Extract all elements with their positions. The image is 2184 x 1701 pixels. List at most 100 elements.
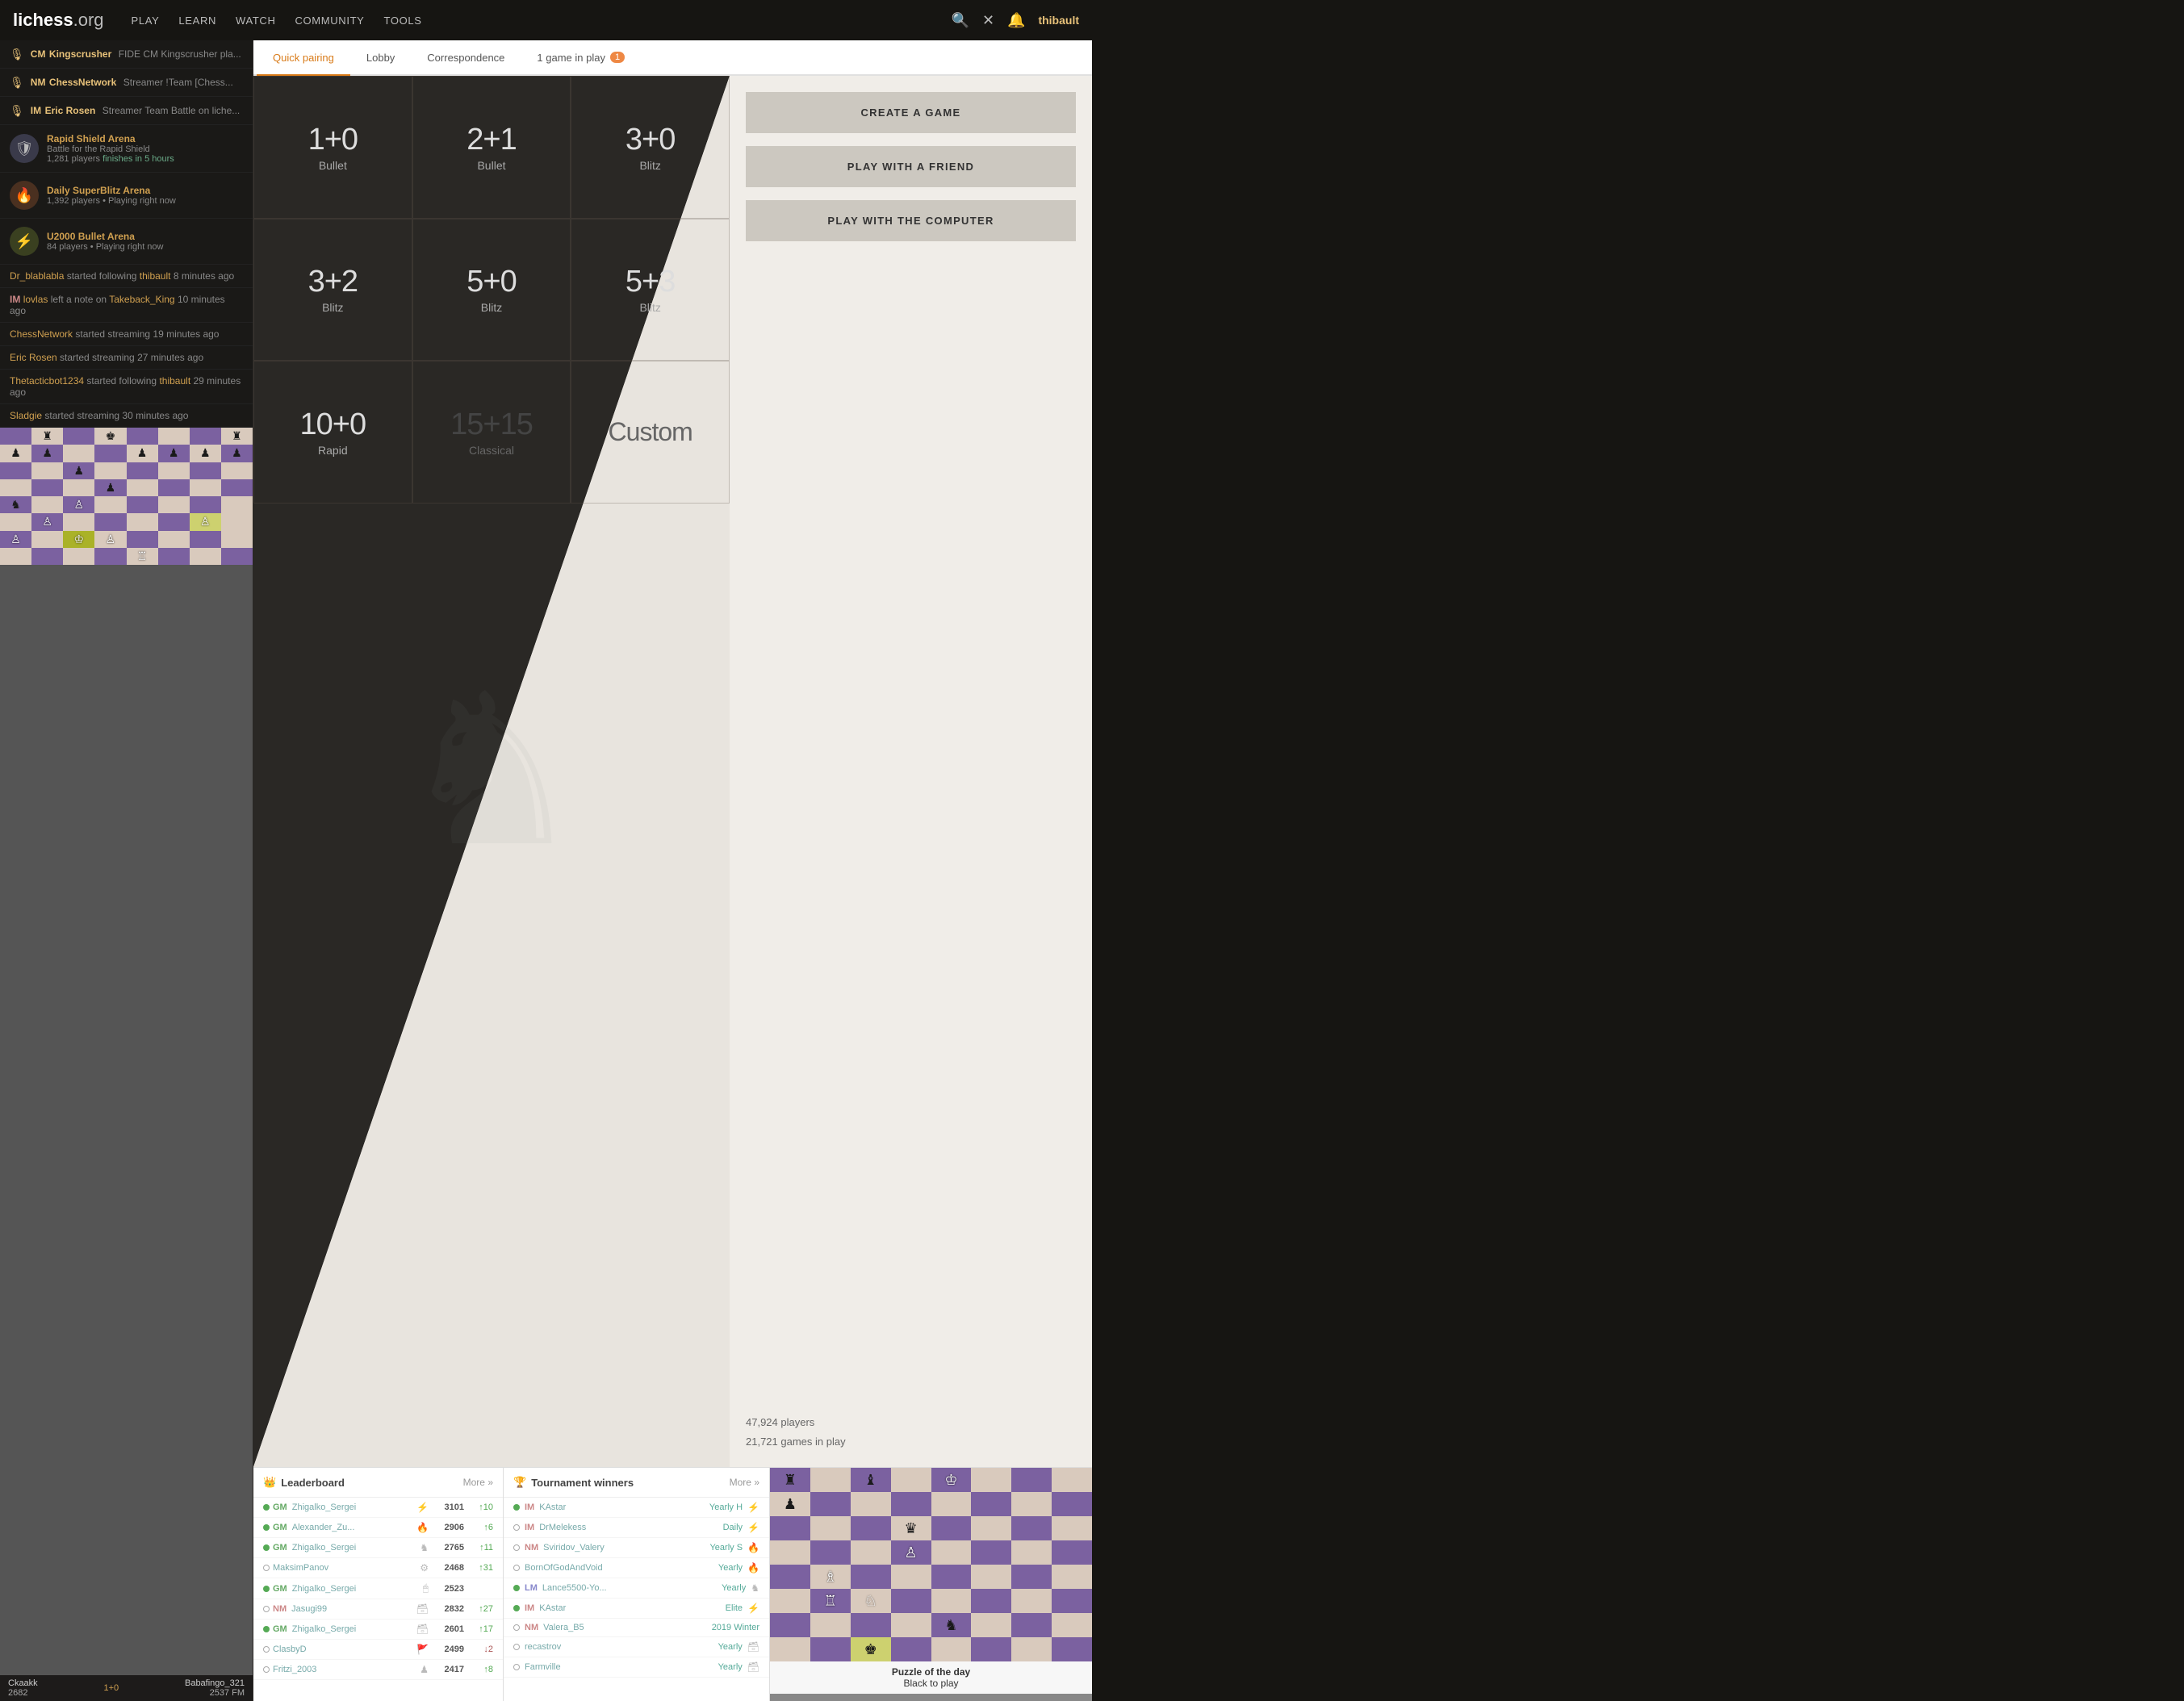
pairing-type-8: Classical xyxy=(469,444,514,457)
leaderboard-header: 👑 Leaderboard More » xyxy=(253,1468,503,1498)
nav-community[interactable]: COMMUNITY xyxy=(287,10,373,31)
lb-row-5[interactable]: GM Zhigalko_Sergei 🖱 2523 xyxy=(253,1578,503,1599)
tournament-time: finishes in 5 hours xyxy=(103,154,174,164)
pairing-grid: 1+0 Bullet 2+1 Bullet 3+0 Blitz 3+2 Blit… xyxy=(253,76,730,504)
pairing-time-6: 5+3 xyxy=(625,265,675,299)
pairing-cell-1-2[interactable]: 3+0 Blitz xyxy=(571,76,730,219)
lb-row-7[interactable]: GM Zhigalko_Sergei 🗃 2601 ↑17 xyxy=(253,1620,503,1640)
bottom-section: 👑 Leaderboard More » GM Zhigalko_Sergei … xyxy=(253,1467,1092,1701)
tw-more[interactable]: More » xyxy=(730,1477,759,1488)
pairing-time: 1+0 xyxy=(308,123,358,157)
white-player-rating: 2682 xyxy=(8,1688,27,1698)
tournament-bullet[interactable]: ⚡ U2000 Bullet Arena 84 players • Playin… xyxy=(0,219,253,265)
leaderboard-more[interactable]: More » xyxy=(463,1477,493,1488)
search-icon[interactable]: 🔍 xyxy=(952,12,969,29)
pairing-type-2: Bullet xyxy=(477,159,505,172)
nav-right: 🔍 ✕ 🔔 thibault xyxy=(952,12,1079,29)
lb-row-3[interactable]: GM Zhigalko_Sergei ♞ 2765 ↑11 xyxy=(253,1538,503,1558)
mini-game-board[interactable]: ♜ ♚ ♜ ♟ ♟ ♟ ♟ ♟ ♟ ♟ xyxy=(0,428,253,1701)
close-icon[interactable]: ✕ xyxy=(982,12,994,29)
pairing-cell-custom[interactable]: Custom xyxy=(571,361,730,504)
puzzle-of-the-day[interactable]: ♜ ♝ ♔ ♟ xyxy=(770,1468,1092,1701)
streamer-desc: FIDE CM Kingscrusher pla... xyxy=(119,48,241,60)
pairing-cell-2-2[interactable]: 5+3 Blitz xyxy=(571,219,730,362)
tournament-rapid-shield[interactable]: 🛡 Rapid Shield Arena Battle for the Rapi… xyxy=(0,125,253,173)
pairing-time-7: 10+0 xyxy=(300,407,366,442)
pairing-cell-1-1[interactable]: 2+1 Bullet xyxy=(412,76,571,219)
pairing-cell-2-1[interactable]: 5+0 Blitz xyxy=(412,219,571,362)
pairing-cell-3-0[interactable]: 10+0 Rapid xyxy=(253,361,412,504)
pairing-time-5: 5+0 xyxy=(467,265,516,299)
streamer-im-ericrosen[interactable]: 🎙 IM Eric Rosen Streamer Team Battle on … xyxy=(0,97,253,125)
pairing-cell-1-0[interactable]: 1+0 Bullet xyxy=(253,76,412,219)
user-name[interactable]: thibault xyxy=(1038,14,1079,27)
nav-watch[interactable]: WATCH xyxy=(228,10,283,31)
tab-lobby[interactable]: Lobby xyxy=(350,40,411,76)
nav-tools[interactable]: TOOLS xyxy=(376,10,430,31)
lb-row-1[interactable]: GM Zhigalko_Sergei ⚡ 3101 ↑10 xyxy=(253,1498,503,1518)
white-player-name: Ckaakk xyxy=(8,1678,38,1688)
puzzle-title: Puzzle of the day xyxy=(775,1666,1087,1678)
streamer-title-2: NM xyxy=(31,77,46,88)
tw-row-8[interactable]: recastrov Yearly 🗃 xyxy=(504,1637,769,1657)
pairing-cell-2-0[interactable]: 3+2 Blitz xyxy=(253,219,412,362)
trophy-icon-2: 🏆 xyxy=(513,1476,526,1489)
tournament-sub: Battle for the Rapid Shield xyxy=(47,144,174,154)
tw-row-1[interactable]: IM KAstar Yearly H ⚡ xyxy=(504,1498,769,1518)
tournament-name-2: Daily SuperBlitz Arena xyxy=(47,185,176,196)
activity-item-5: Thetacticbot1234 started following thiba… xyxy=(0,370,253,404)
tw-row-9[interactable]: Farmville Yearly 🗃 xyxy=(504,1657,769,1678)
activity-item-1: Dr_blablabla started following thibault … xyxy=(0,265,253,288)
tw-row-6[interactable]: IM KAstar Elite ⚡ xyxy=(504,1599,769,1619)
sidebar: 🎙 CM Kingscrusher FIDE CM Kingscrusher p… xyxy=(0,40,253,1701)
play-with-friend-button[interactable]: PLAY WITH A FRIEND xyxy=(746,146,1076,187)
pairing-time-2: 2+1 xyxy=(467,123,516,157)
tab-correspondence[interactable]: Correspondence xyxy=(411,40,521,76)
pairing-custom-label: Custom xyxy=(609,417,692,447)
tournament-players: 1,281 players finishes in 5 hours xyxy=(47,154,174,164)
shield-icon: 🛡 xyxy=(10,134,39,163)
lb-row-2[interactable]: GM Alexander_Zu... 🔥 2906 ↑6 xyxy=(253,1518,503,1538)
create-game-button[interactable]: CREATE A GAME xyxy=(746,92,1076,133)
lb-row-8[interactable]: ClasbyD 🚩 2499 ↓2 xyxy=(253,1640,503,1660)
tournament-name-3: U2000 Bullet Arena xyxy=(47,231,163,242)
tw-row-5[interactable]: LM Lance5500-Yo... Yearly ♞ xyxy=(504,1578,769,1599)
lb-row-6[interactable]: NM Jasugi99 🗃 2832 ↑27 xyxy=(253,1599,503,1620)
games-in-play: 21,721 games in play xyxy=(746,1432,1076,1451)
activity-item-6: Sladgie started streaming 30 minutes ago xyxy=(0,404,253,428)
nav-learn[interactable]: LEARN xyxy=(170,10,224,31)
streamer-nm-chessnetwork[interactable]: 🎙 NM ChessNetwork Streamer !Team [Chess.… xyxy=(0,69,253,97)
tab-quick-pairing[interactable]: Quick pairing xyxy=(257,40,350,76)
tw-row-4[interactable]: BornOfGodAndVoid Yearly 🔥 xyxy=(504,1558,769,1578)
lb-row-9[interactable]: Fritzi_2003 ♟ 2417 ↑8 xyxy=(253,1660,503,1680)
streamer-cm-kingscrusher[interactable]: 🎙 CM Kingscrusher FIDE CM Kingscrusher p… xyxy=(0,40,253,69)
tab-game-in-play[interactable]: 1 game in play 1 xyxy=(521,40,641,76)
right-actions: CREATE A GAME PLAY WITH A FRIEND PLAY WI… xyxy=(730,76,1092,1467)
mute-icon[interactable]: 🔔 xyxy=(1007,12,1025,29)
tw-title: 🏆 Tournament winners xyxy=(513,1476,634,1489)
pairing-grid-container: ♞ 1+0 Bullet 2+1 Bullet 3+0 Blitz xyxy=(253,76,730,1467)
activity-item-2: IM lovlas left a note on Takeback_King 1… xyxy=(0,288,253,323)
game-time-control: 1+0 xyxy=(104,1683,119,1693)
bolt-icon: ⚡ xyxy=(10,227,39,256)
tw-row-3[interactable]: NM Sviridov_Valery Yearly S 🔥 xyxy=(504,1538,769,1558)
leaderboard-title: 👑 Leaderboard xyxy=(263,1476,345,1489)
tournament-winners-panel: 🏆 Tournament winners More » IM KAstar Ye… xyxy=(504,1468,770,1701)
tw-row-2[interactable]: IM DrMelekess Daily ⚡ xyxy=(504,1518,769,1538)
lb-row-4[interactable]: MaksimPanov ⚙ 2468 ↑31 xyxy=(253,1558,503,1578)
mini-board-info-bar: Ckaakk 2682 1+0 Babafingo_321 2537 FM xyxy=(0,1675,253,1701)
nav-play[interactable]: PLAY xyxy=(123,10,168,31)
center-right: Quick pairing Lobby Correspondence 1 gam… xyxy=(253,40,1092,1701)
mic-icon: 🎙 xyxy=(10,48,24,61)
trophy-icon: 👑 xyxy=(263,1476,276,1489)
tournament-superblitz[interactable]: 🔥 Daily SuperBlitz Arena 1,392 players •… xyxy=(0,173,253,219)
play-with-computer-button[interactable]: PLAY WITH THE COMPUTER xyxy=(746,200,1076,241)
logo[interactable]: lichess.org xyxy=(13,10,104,31)
pairing-cell-3-1[interactable]: 15+15 Classical xyxy=(412,361,571,504)
player-count: 47,924 players xyxy=(746,1413,1076,1431)
tournament-name: Rapid Shield Arena xyxy=(47,133,174,144)
streamer-name: Kingscrusher xyxy=(49,48,111,60)
puzzle-subtitle: Black to play xyxy=(775,1678,1087,1689)
game-in-play-badge: 1 xyxy=(610,52,625,63)
tw-row-7[interactable]: NM Valera_B5 2019 Winter xyxy=(504,1619,769,1637)
